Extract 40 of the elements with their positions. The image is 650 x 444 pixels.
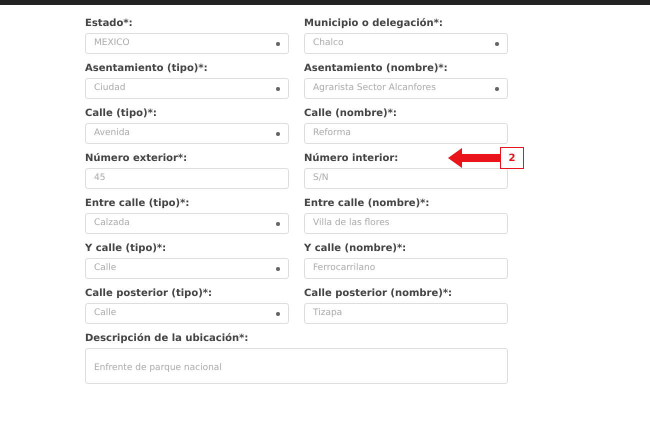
field-label: Calle posterior (tipo)*: (85, 287, 212, 300)
caret-icon (276, 222, 280, 226)
caret-icon (276, 86, 280, 90)
field-label: Y calle (nombre)*: (304, 242, 406, 255)
field-label: Municipio o delegación*: (304, 17, 443, 30)
dropdown[interactable]: Calzada (85, 213, 289, 234)
dropdown[interactable]: MEXICO (85, 33, 289, 54)
dropdown[interactable]: Agrarista Sector Alcanfores (304, 78, 508, 99)
field-label: Número interior: (304, 152, 398, 165)
field-label: Asentamiento (nombre)*: (304, 62, 448, 75)
caret-icon (276, 312, 280, 316)
dropdown[interactable]: Avenida (85, 123, 289, 144)
field-label: Entre calle (nombre)*: (304, 197, 430, 210)
field-label: Asentamiento (tipo)*: (85, 62, 208, 75)
caret-icon (276, 132, 280, 136)
field-label: Estado*: (85, 17, 133, 30)
caret-icon (495, 86, 499, 90)
arrow-icon (448, 148, 500, 168)
field-label: Calle posterior (nombre)*: (304, 287, 452, 300)
input-field[interactable]: S/N (304, 168, 508, 189)
input-field[interactable]: Reforma (304, 123, 508, 144)
dropdown[interactable]: Calle (85, 258, 289, 279)
dropdown[interactable]: Ciudad (85, 78, 289, 99)
input-field[interactable]: 45 (85, 168, 289, 189)
input-field[interactable]: Villa de las flores (304, 213, 508, 234)
dropdown[interactable]: Chalco (304, 33, 508, 54)
field-label: Calle (nombre)*: (304, 107, 397, 120)
caret-icon (276, 266, 280, 270)
step-number: 2 (500, 147, 524, 169)
dropdown[interactable]: Calle (85, 303, 289, 324)
field-label: Entre calle (tipo)*: (85, 197, 190, 210)
field-label: Número exterior*: (85, 152, 188, 165)
field-label: Calle (tipo)*: (85, 107, 157, 120)
caret-icon (495, 42, 499, 46)
field-label: Y calle (tipo)*: (85, 242, 166, 255)
input-field[interactable]: Ferrocarrilano (304, 258, 508, 279)
input-field[interactable]: Tizapa (304, 303, 508, 324)
caret-icon (276, 42, 280, 46)
field-label: Descripción de la ubicación*: (85, 332, 248, 345)
text-area[interactable]: Enfrente de parque nacional (85, 348, 508, 384)
